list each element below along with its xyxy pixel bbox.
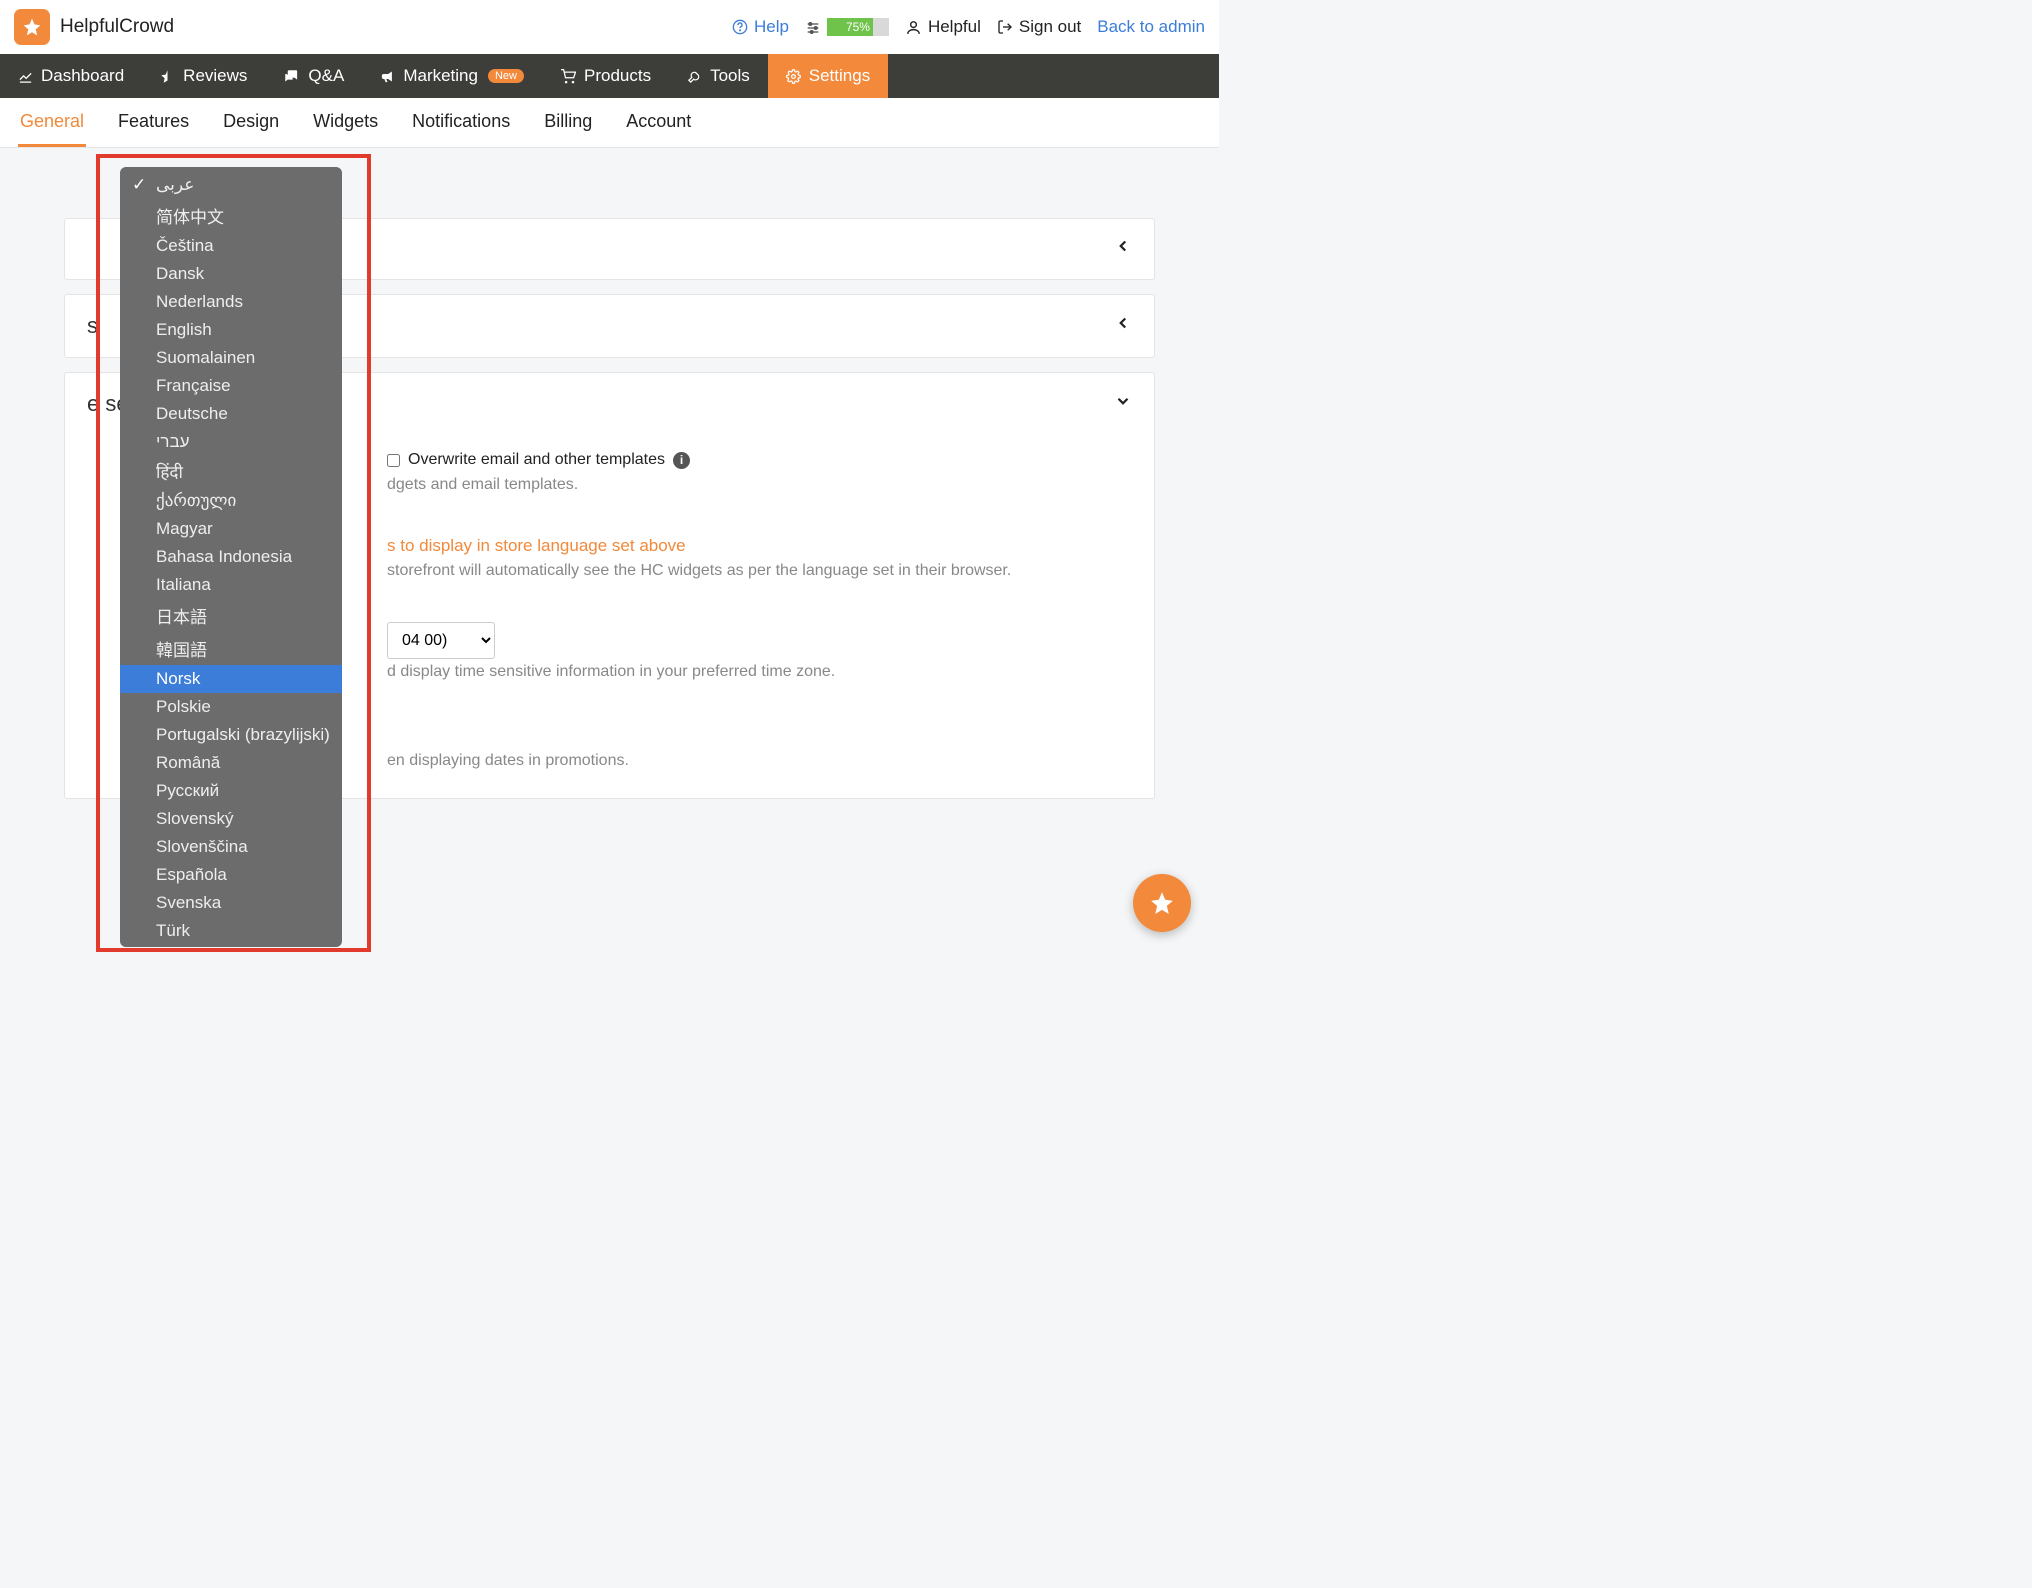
language-option[interactable]: Bahasa Indonesia xyxy=(120,543,342,571)
sliders-icon xyxy=(805,17,821,37)
overwrite-checkbox[interactable] xyxy=(387,454,400,467)
language-option[interactable]: Svenska xyxy=(120,889,342,917)
overwrite-label: Overwrite email and other templates xyxy=(408,451,665,469)
language-helper: storefront will automatically see the HC… xyxy=(387,562,1132,580)
tab-features[interactable]: Features xyxy=(116,98,191,147)
nav-qa[interactable]: Q&A xyxy=(265,54,362,98)
back-to-admin-link[interactable]: Back to admin xyxy=(1097,17,1205,37)
nav-tools[interactable]: Tools xyxy=(669,54,768,98)
language-option[interactable]: Slovenščina xyxy=(120,833,342,861)
new-badge: New xyxy=(488,69,524,83)
back-to-admin-label: Back to admin xyxy=(1097,17,1205,37)
language-option[interactable]: 日本語 xyxy=(120,599,342,632)
comments-icon xyxy=(283,69,300,84)
language-option[interactable]: Magyar xyxy=(120,515,342,543)
gear-icon xyxy=(786,69,801,84)
language-option[interactable]: ქართული xyxy=(120,487,342,515)
username-label: Helpful xyxy=(928,17,981,37)
language-option[interactable]: Española xyxy=(120,861,342,889)
language-option[interactable]: 韓国語 xyxy=(120,632,342,665)
tab-billing[interactable]: Billing xyxy=(542,98,594,147)
tab-general[interactable]: General xyxy=(18,98,86,147)
nav-marketing[interactable]: Marketing New xyxy=(362,54,542,98)
help-fab[interactable] xyxy=(1133,874,1191,932)
progress-indicator[interactable]: 75% xyxy=(805,17,889,37)
language-option[interactable]: 简体中文 xyxy=(120,199,342,232)
language-option[interactable]: Portugalski (brazylijski) xyxy=(120,721,342,749)
nav-marketing-label: Marketing xyxy=(403,66,478,86)
chevron-down-icon xyxy=(1114,392,1132,416)
help-icon xyxy=(732,19,748,35)
chevron-left-icon xyxy=(1114,314,1132,338)
chart-icon xyxy=(18,69,33,84)
user-icon xyxy=(905,19,922,36)
progress-value: 75% xyxy=(827,18,889,36)
user-link[interactable]: Helpful xyxy=(905,17,981,37)
overwrite-helper: dgets and email templates. xyxy=(387,476,1132,494)
topbar: HelpfulCrowd Help 75% Helpful Sign out B… xyxy=(0,0,1219,54)
signout-link[interactable]: Sign out xyxy=(997,17,1081,37)
brand-logo-icon xyxy=(14,9,50,45)
tab-design[interactable]: Design xyxy=(221,98,281,147)
language-option[interactable]: Türk xyxy=(120,917,342,945)
help-label: Help xyxy=(754,17,789,37)
language-option[interactable]: Norsk xyxy=(120,665,342,693)
language-option[interactable]: Čeština xyxy=(120,232,342,260)
brand[interactable]: HelpfulCrowd xyxy=(14,9,174,45)
tab-account[interactable]: Account xyxy=(624,98,693,147)
panel-2-title: s xyxy=(87,313,98,339)
signout-label: Sign out xyxy=(1019,17,1081,37)
nav-products-label: Products xyxy=(584,66,651,86)
language-option[interactable]: Nederlands xyxy=(120,288,342,316)
main-nav: Dashboard Reviews Q&A Marketing New Prod… xyxy=(0,54,1219,98)
star-icon xyxy=(1149,890,1175,916)
info-icon[interactable]: i xyxy=(673,452,690,469)
tab-widgets[interactable]: Widgets xyxy=(311,98,380,147)
star-half-icon xyxy=(160,69,175,84)
language-option[interactable]: हिंदी xyxy=(120,456,342,487)
wrench-icon xyxy=(687,69,702,84)
nav-reviews[interactable]: Reviews xyxy=(142,54,265,98)
nav-products[interactable]: Products xyxy=(542,54,669,98)
nav-tools-label: Tools xyxy=(710,66,750,86)
dateformat-helper: en displaying dates in promotions. xyxy=(387,752,1132,770)
language-dropdown[interactable]: عربى简体中文ČeštinaDanskNederlandsEnglishSuo… xyxy=(120,167,342,947)
language-option[interactable]: Deutsche xyxy=(120,400,342,428)
nav-dashboard[interactable]: Dashboard xyxy=(0,54,142,98)
cart-icon xyxy=(560,69,576,84)
language-option[interactable]: Русский xyxy=(120,777,342,805)
nav-settings[interactable]: Settings xyxy=(768,54,888,98)
language-option[interactable]: Română xyxy=(120,749,342,777)
tab-notifications[interactable]: Notifications xyxy=(410,98,512,147)
language-option[interactable]: Italiana xyxy=(120,571,342,599)
language-option[interactable]: Dansk xyxy=(120,260,342,288)
nav-settings-label: Settings xyxy=(809,66,870,86)
language-highlight: s to display in store language set above xyxy=(387,536,1132,556)
nav-dashboard-label: Dashboard xyxy=(41,66,124,86)
help-link[interactable]: Help xyxy=(732,17,789,37)
language-option[interactable]: עברי xyxy=(120,428,342,456)
topbar-links: Help 75% Helpful Sign out Back to admin xyxy=(732,17,1205,37)
language-option[interactable]: Suomalainen xyxy=(120,344,342,372)
overwrite-templates-check[interactable]: Overwrite email and other templates i xyxy=(387,451,690,469)
bullhorn-icon xyxy=(380,69,395,84)
signout-icon xyxy=(997,19,1013,35)
language-option[interactable]: Українська xyxy=(120,945,342,947)
language-option[interactable]: Polskie xyxy=(120,693,342,721)
chevron-left-icon xyxy=(1114,237,1132,261)
nav-qa-label: Q&A xyxy=(308,66,344,86)
sub-nav: General Features Design Widgets Notifica… xyxy=(0,98,1219,148)
timezone-select[interactable]: 04 00) xyxy=(387,622,495,659)
language-option[interactable]: عربى xyxy=(120,171,342,199)
language-option[interactable]: Française xyxy=(120,372,342,400)
language-option[interactable]: English xyxy=(120,316,342,344)
timezone-helper: d display time sensitive information in … xyxy=(387,663,1132,681)
brand-name: HelpfulCrowd xyxy=(60,16,174,38)
language-option[interactable]: Slovenský xyxy=(120,805,342,833)
nav-reviews-label: Reviews xyxy=(183,66,247,86)
